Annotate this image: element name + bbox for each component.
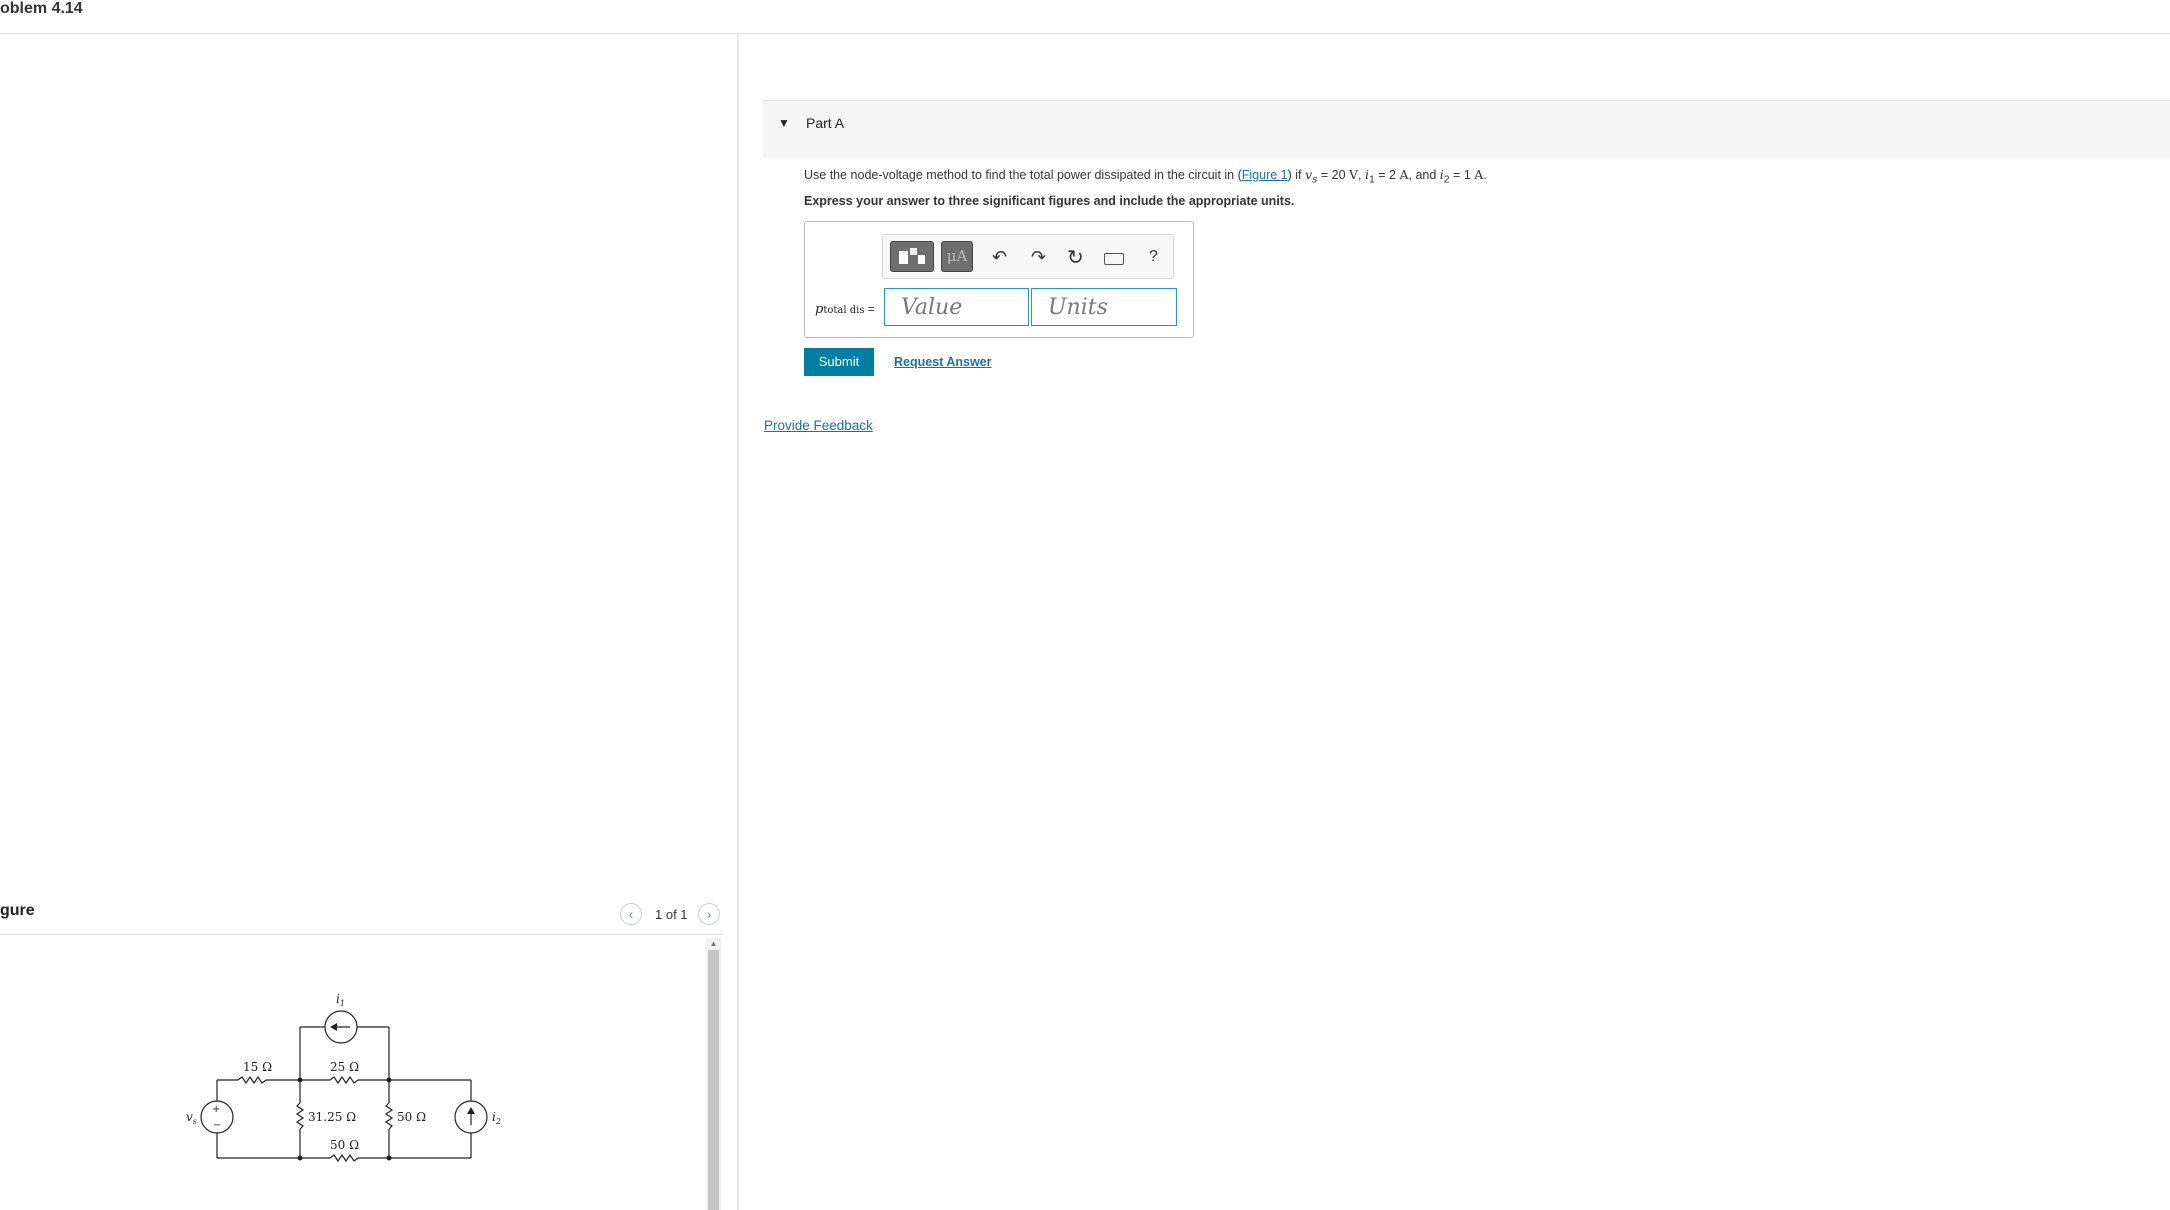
chevron-left-icon[interactable]: ‹: [620, 903, 642, 925]
question-text: Use the node-voltage method to find the …: [804, 167, 1487, 186]
figure-panel-title: gure: [0, 902, 35, 919]
r15-label: 15 Ω: [243, 1060, 272, 1074]
part-a-title: Part A: [806, 115, 845, 131]
reset-icon[interactable]: ↻: [1067, 245, 1084, 270]
minus-sign: −: [213, 1120, 221, 1131]
templates-icon[interactable]: [890, 241, 934, 272]
chevron-right-icon[interactable]: ›: [698, 903, 720, 925]
keyboard-icon[interactable]: [1104, 253, 1124, 265]
plus-sign: +: [212, 1104, 220, 1115]
resistor-50-right-icon: [384, 1102, 394, 1130]
resistor-31-25-icon: [295, 1102, 305, 1130]
redo-icon[interactable]: ↷: [1031, 247, 1046, 268]
top-divider: [0, 33, 2170, 34]
part-a-header[interactable]: [763, 100, 2170, 158]
resistor-25-icon: [329, 1075, 359, 1085]
r50-bottom-label: 50 Ω: [330, 1138, 359, 1152]
request-answer-link[interactable]: Request Answer: [894, 355, 991, 369]
figure-scrollbar-thumb[interactable]: [708, 950, 719, 1210]
i1-label: i1: [336, 992, 345, 1008]
r50-right-label: 50 Ω: [397, 1110, 426, 1124]
help-icon[interactable]: ?: [1149, 248, 1158, 266]
figure-1-link[interactable]: Figure 1: [1242, 168, 1288, 182]
units-icon[interactable]: μA: [941, 241, 973, 272]
resistor-50-bottom-icon: [329, 1153, 359, 1163]
submit-button[interactable]: Submit: [804, 348, 874, 376]
panel-divider: [737, 34, 739, 1210]
instruction-text: Express your answer to three significant…: [804, 194, 1295, 208]
problem-title: oblem 4.14: [0, 0, 83, 17]
value-input[interactable]: [884, 288, 1029, 326]
figure-divider: [0, 934, 723, 935]
vs-label: vs: [186, 1110, 197, 1126]
caret-down-icon[interactable]: ▼: [778, 116, 790, 130]
r25-label: 25 Ω: [330, 1060, 359, 1074]
undo-icon[interactable]: ↶: [992, 247, 1007, 268]
i2-label: i2: [492, 1110, 501, 1126]
provide-feedback-link[interactable]: Provide Feedback: [764, 418, 873, 433]
circuit-diagram: + − vs i1 i2 15 Ω 25 Ω 31.25 Ω 50 Ω 50 Ω: [186, 992, 501, 1163]
units-input[interactable]: [1031, 288, 1177, 326]
answer-label: ptotal dis =: [815, 302, 875, 317]
figure-pager-text: 1 of 1: [655, 907, 688, 922]
resistor-15-icon: [237, 1075, 267, 1085]
r3125-label: 31.25 Ω: [308, 1110, 356, 1124]
scroll-up-arrow-icon[interactable]: ▲: [708, 939, 719, 949]
